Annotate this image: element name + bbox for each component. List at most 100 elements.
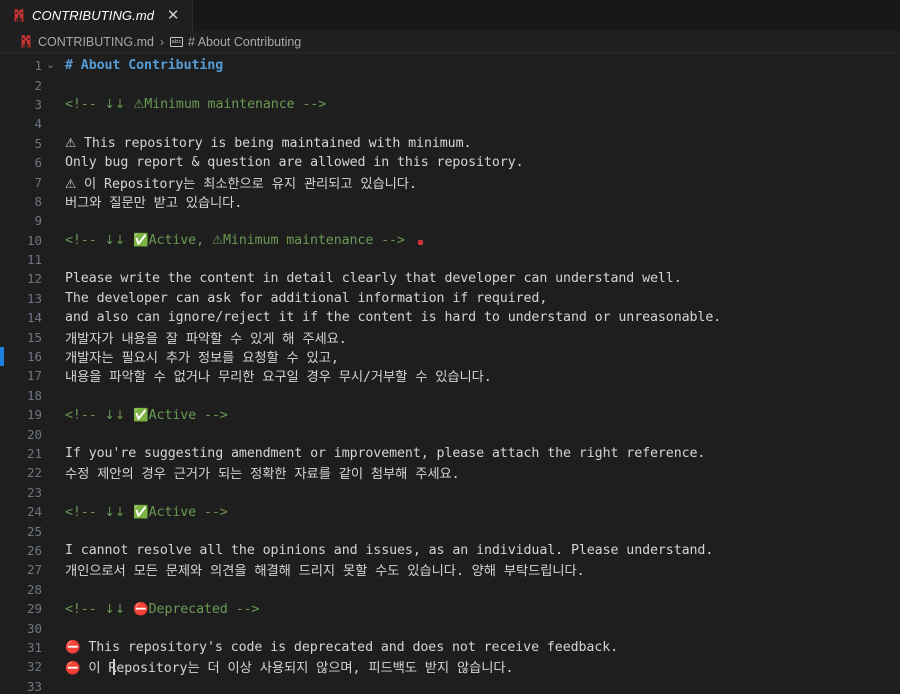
line-number: 24 xyxy=(0,504,42,519)
code-line[interactable]: 27개인으로서 모든 문제와 의견을 해결해 드리지 못할 수도 있습니다. 양… xyxy=(0,560,900,579)
inline-emoji: ⚠ xyxy=(133,96,144,111)
line-number: 14 xyxy=(0,310,42,325)
line-number: 4 xyxy=(0,116,42,131)
line-number: 19 xyxy=(0,407,42,422)
code-line[interactable]: 16 개발자는 필요시 추가 정보를 요청할 수 있고, xyxy=(0,347,900,366)
inline-emoji: ⛔ xyxy=(133,601,148,616)
code-line-text: 개발자가 내용을 잘 파악할 수 있게 해 주세요. xyxy=(59,328,347,347)
code-line[interactable]: 21 If you're suggesting amendment or impr… xyxy=(0,444,900,463)
code-line-text: ⛔ This repository's code is deprecated a… xyxy=(59,639,618,655)
breadcrumb-item-file[interactable]: CONTRIBUTING.md xyxy=(19,34,154,49)
code-line[interactable]: 15 개발자가 내용을 잘 파악할 수 있게 해 주세요. xyxy=(0,327,900,346)
inline-emoji: ↓ xyxy=(115,407,125,422)
inline-emoji: ↓ xyxy=(115,504,125,519)
code-line-text: 수정 제안의 경우 근거가 되는 정확한 자료를 같이 첨부해 주세요. xyxy=(59,463,460,482)
line-number: 18 xyxy=(0,388,42,403)
line-number: 15 xyxy=(0,330,42,345)
inline-emoji: ⛔ xyxy=(65,660,80,675)
breadcrumb-symbol-label: # About Contributing xyxy=(188,35,301,49)
code-line[interactable]: 18 xyxy=(0,386,900,405)
code-line[interactable]: 11 xyxy=(0,250,900,269)
code-line[interactable]: 19 <!-- ↓↓ ✅Active --> xyxy=(0,405,900,424)
code-line-text: ⚠ 이 Repository는 최소한으로 유지 관리되고 있습니다. xyxy=(59,173,417,192)
code-line[interactable]: 23 xyxy=(0,483,900,502)
line-number: 30 xyxy=(0,621,42,636)
code-line-text: ⚠ This repository is being maintained wi… xyxy=(59,135,471,151)
code-line[interactable]: 10<!-- ↓↓ ✅Active, ⚠Minimum maintenance … xyxy=(0,231,900,250)
code-line[interactable]: 6 Only bug report & question are allowed … xyxy=(0,153,900,172)
code-line[interactable]: 28 xyxy=(0,580,900,599)
line-number: 29 xyxy=(0,601,42,616)
line-number: 17 xyxy=(0,368,42,383)
line-number: 1 xyxy=(0,58,42,73)
code-line[interactable]: 22 수정 제안의 경우 근거가 되는 정확한 자료를 같이 첨부해 주세요. xyxy=(0,463,900,482)
code-line[interactable]: 33 xyxy=(0,677,900,694)
line-number: 23 xyxy=(0,485,42,500)
fold-chevron-icon[interactable]: ⌄ xyxy=(42,60,59,71)
line-number: 33 xyxy=(0,679,42,693)
code-line[interactable]: 17내용을 파악할 수 없거나 무리한 요구일 경우 무시/거부할 수 있습니다… xyxy=(0,366,900,385)
code-line[interactable]: 30 xyxy=(0,618,900,637)
line-number: 9 xyxy=(0,213,42,228)
code-line-text: <!-- ↓↓ ✅Active --> xyxy=(59,407,228,423)
code-line-text: ⛔ 이 Repository는 더 이상 사용되지 않으며, 피드백도 받지 않… xyxy=(59,657,513,676)
code-line-text: 개발자는 필요시 추가 정보를 요청할 수 있고, xyxy=(59,347,339,366)
line-number: 16 xyxy=(0,349,42,364)
line-number: 21 xyxy=(0,446,42,461)
code-line[interactable]: 24 <!-- ↓↓ ✅Active --> xyxy=(0,502,900,521)
code-line[interactable]: 25 xyxy=(0,521,900,540)
inline-emoji: ↓ xyxy=(105,232,115,247)
code-line[interactable]: 8 버그와 질문만 받고 있습니다. xyxy=(0,192,900,211)
code-line[interactable]: 4 xyxy=(0,114,900,133)
code-line[interactable]: 20 xyxy=(0,424,900,443)
inline-emoji: ↓ xyxy=(115,96,125,111)
tab-contributing-md[interactable]: CONTRIBUTING.md ✕ xyxy=(0,0,193,31)
code-line-text: Please write the content in detail clear… xyxy=(59,271,682,286)
code-lines[interactable]: 1⌄# About Contributing23<!-- ↓↓ ⚠Minimum… xyxy=(0,53,900,693)
code-line[interactable]: 5 ⚠ This repository is being maintained w… xyxy=(0,134,900,153)
code-line[interactable]: 2 xyxy=(0,75,900,94)
code-line[interactable]: 26I cannot resolve all the opinions and … xyxy=(0,541,900,560)
code-line[interactable]: 14 and also can ignore/reject it if the c… xyxy=(0,308,900,327)
line-number: 11 xyxy=(0,252,42,267)
line-number: 12 xyxy=(0,271,42,286)
code-line[interactable]: 9 xyxy=(0,211,900,230)
breadcrumb-item-symbol[interactable]: abc # About Contributing xyxy=(170,35,301,49)
chevron-right-icon: › xyxy=(159,35,165,49)
line-number: 8 xyxy=(0,194,42,209)
code-line[interactable]: 12 Please write the content in detail cle… xyxy=(0,269,900,288)
code-line[interactable]: 1⌄# About Contributing xyxy=(0,56,900,75)
code-line[interactable]: 7 ⚠ 이 Repository는 최소한으로 유지 관리되고 있습니다. xyxy=(0,172,900,191)
symbol-string-icon: abc xyxy=(170,37,183,47)
code-line-text: <!-- ↓↓ ✅Active --> xyxy=(59,504,228,520)
code-line[interactable]: 3<!-- ↓↓ ⚠Minimum maintenance --> xyxy=(0,95,900,114)
line-number: 31 xyxy=(0,640,42,655)
code-line[interactable]: 32 ⛔ 이 Repository는 더 이상 사용되지 않으며, 피드백도 받지… xyxy=(0,657,900,676)
breadcrumb-file-label: CONTRIBUTING.md xyxy=(38,35,154,49)
code-line[interactable]: 31 ⛔ This repository's code is deprecated… xyxy=(0,638,900,657)
code-line-text: and also can ignore/reject it if the con… xyxy=(59,310,721,325)
line-number: 26 xyxy=(0,543,42,558)
line-number: 6 xyxy=(0,155,42,170)
inline-emoji: ↓ xyxy=(105,601,115,616)
code-line[interactable]: 13The developer can ask for additional i… xyxy=(0,289,900,308)
code-line-text: Only bug report & question are allowed i… xyxy=(59,155,524,170)
code-line-text: If you're suggesting amendment or improv… xyxy=(59,446,705,461)
line-number: 7 xyxy=(0,175,42,190)
line-number: 28 xyxy=(0,582,42,597)
inline-emoji: ✅ xyxy=(133,232,148,247)
code-line-text: The developer can ask for additional inf… xyxy=(59,291,547,306)
line-number: 20 xyxy=(0,427,42,442)
code-line[interactable]: 29<!-- ↓↓ ⛔Deprecated --> xyxy=(0,599,900,618)
code-editor[interactable]: 1⌄# About Contributing23<!-- ↓↓ ⚠Minimum… xyxy=(0,53,900,693)
error-squiggle-marker xyxy=(418,240,423,245)
code-line-text: <!-- ↓↓ ✅Active, ⚠Minimum maintenance --… xyxy=(59,232,405,248)
close-icon[interactable]: ✕ xyxy=(164,7,182,25)
code-line-text: 버그와 질문만 받고 있습니다. xyxy=(59,192,242,211)
markdown-file-icon xyxy=(19,34,33,49)
line-number: 22 xyxy=(0,465,42,480)
inline-emoji: ↓ xyxy=(105,504,115,519)
line-number: 32 xyxy=(0,659,42,674)
inline-emoji: ↓ xyxy=(115,601,125,616)
line-number: 5 xyxy=(0,136,42,151)
